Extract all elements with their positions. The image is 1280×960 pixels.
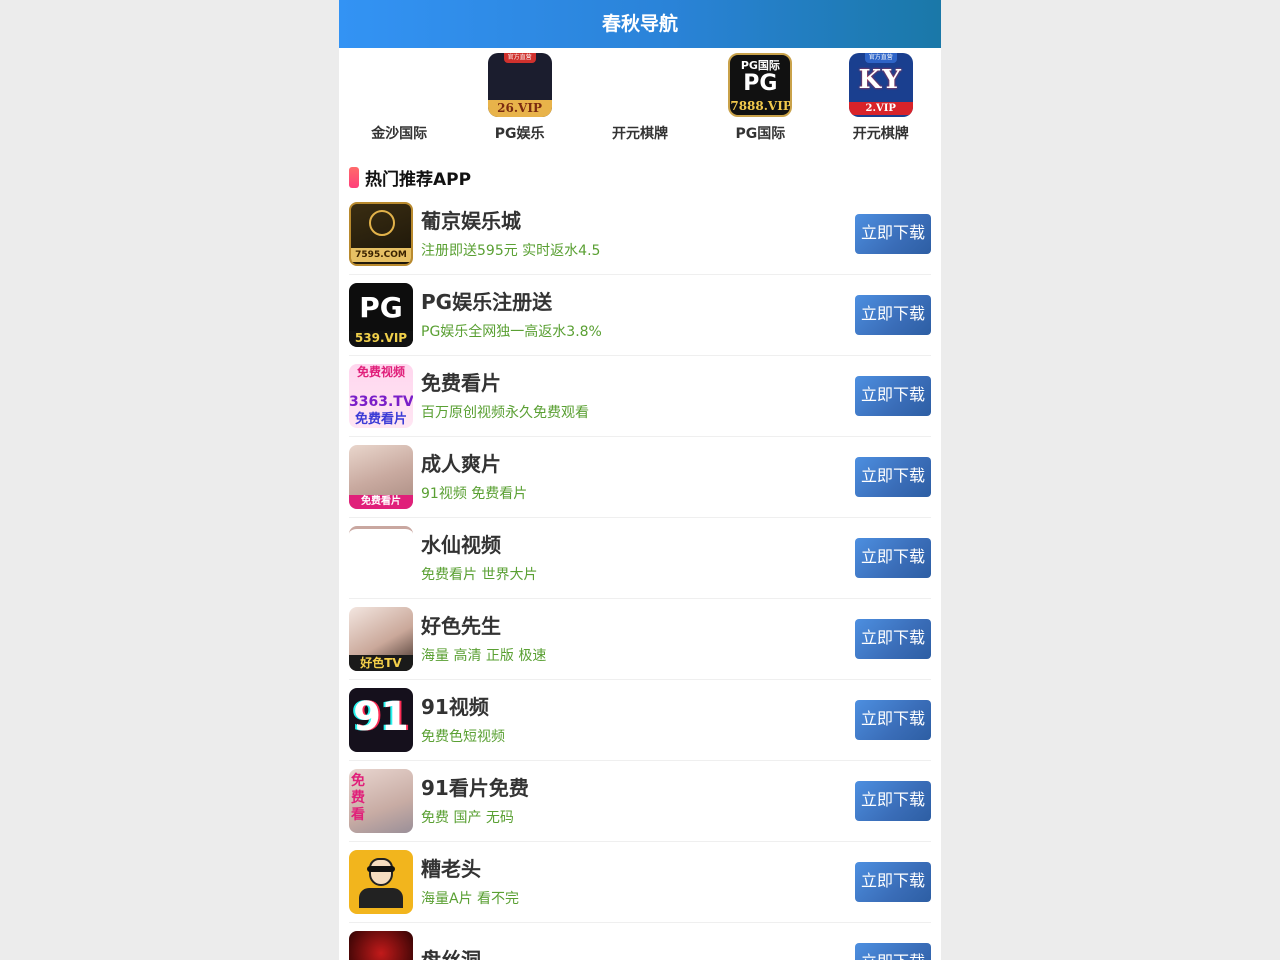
section-bar-icon: [349, 166, 359, 188]
top-app-label: PG国际: [735, 126, 786, 142]
app-name: 水仙视频: [421, 533, 501, 557]
download-button[interactable]: 立即下载: [855, 457, 931, 497]
blank-icon: [608, 53, 672, 117]
section-title: 热门推荐APP: [365, 169, 472, 190]
sunglasses-icon: [367, 866, 395, 872]
blank-icon: [367, 53, 431, 117]
app-name: 免费看片: [421, 371, 501, 395]
top-apps-row: 金沙国际 官方直营 26.VIP PG娱乐 开元棋牌 PG国际 PG 7888.…: [339, 48, 941, 148]
list-item[interactable]: 好色TV 好色先生 海量 高清 正版 极速 立即下载: [349, 599, 931, 680]
top-app-label: 开元棋牌: [611, 126, 668, 142]
app-name: 91看片免费: [421, 776, 529, 800]
app-desc: PG娱乐全网独一高返水3.8%: [421, 324, 602, 340]
download-button[interactable]: 立即下载: [855, 295, 931, 335]
adult-video-icon: 免费看片: [349, 445, 413, 509]
app-name: 成人爽片: [421, 452, 501, 476]
app-desc: 海量A片 看不完: [421, 891, 520, 907]
app-name: PG娱乐注册送: [421, 290, 553, 314]
list-item[interactable]: 水仙视频 免费看片 世界大片 立即下载: [349, 518, 931, 599]
app-desc: 百万原创视频永久免费观看: [421, 405, 589, 421]
pg-539-icon: PG 539.VIP: [349, 283, 413, 347]
top-app-kaiyuan[interactable]: 开元棋牌: [580, 53, 700, 148]
phone-frame: 春秋导航 金沙国际 官方直营 26.VIP PG娱乐 开元棋牌 PG国际 PG …: [339, 0, 941, 960]
app-name: 91视频: [421, 695, 489, 719]
top-app-kaiyuan-ky[interactable]: 官方直营 KY 2.VIP 开元棋牌: [821, 53, 941, 148]
crown-emblem-icon: [369, 210, 395, 236]
top-app-pg-yule[interactable]: 官方直营 26.VIP PG娱乐: [459, 53, 579, 148]
download-button[interactable]: 立即下载: [855, 943, 931, 960]
app-desc: 免费色短视频: [421, 729, 505, 745]
download-button[interactable]: 立即下载: [855, 781, 931, 821]
top-app-label: PG娱乐: [494, 126, 545, 142]
top-app-label: 开元棋牌: [852, 126, 909, 142]
download-button[interactable]: 立即下载: [855, 700, 931, 740]
list-item[interactable]: 7595.COM 葡京娱乐城 注册即送595元 实时返水4.5 立即下载: [349, 194, 931, 275]
list-item[interactable]: 91 91视频 免费色短视频 立即下载: [349, 680, 931, 761]
list-item[interactable]: 盘丝洞 立即下载: [349, 923, 931, 960]
91-icon: 91: [349, 688, 413, 752]
section-header: 热门推荐APP: [339, 160, 941, 194]
blank-icon: [349, 526, 413, 590]
download-button[interactable]: 立即下载: [855, 214, 931, 254]
haose-tv-icon: 好色TV: [349, 607, 413, 671]
download-button[interactable]: 立即下载: [855, 862, 931, 902]
list-item[interactable]: 免费视频 3363.TV 免费看片 免费看片 百万原创视频永久免费观看 立即下载: [349, 356, 931, 437]
top-app-pg-intl[interactable]: PG国际 PG 7888.VIP PG国际: [700, 53, 820, 148]
app-desc: 海量 高清 正版 极速: [421, 648, 547, 664]
pansidong-icon: [349, 931, 413, 960]
download-button[interactable]: 立即下载: [855, 538, 931, 578]
app-name: 盘丝洞: [421, 948, 481, 960]
free-video-icon: 免费视频 3363.TV 免费看片: [349, 364, 413, 428]
top-app-jinsha[interactable]: 金沙国际: [339, 53, 459, 148]
app-desc: 免费看片 世界大片: [421, 567, 538, 583]
91-free-icon: 免费看: [349, 769, 413, 833]
list-item[interactable]: PG 539.VIP PG娱乐注册送 PG娱乐全网独一高返水3.8% 立即下载: [349, 275, 931, 356]
top-app-label: 金沙国际: [371, 126, 428, 142]
download-button[interactable]: 立即下载: [855, 376, 931, 416]
download-button[interactable]: 立即下载: [855, 619, 931, 659]
ky-icon: 官方直营 KY 2.VIP: [848, 53, 913, 117]
app-desc: 91视频 免费看片: [421, 486, 528, 502]
app-list: 7595.COM 葡京娱乐城 注册即送595元 实时返水4.5 立即下载 PG …: [339, 194, 941, 960]
list-item[interactable]: 糟老头 海量A片 看不完 立即下载: [349, 842, 931, 923]
app-name: 好色先生: [421, 614, 501, 638]
pg-intl-icon: PG国际 PG 7888.VIP: [728, 53, 793, 117]
app-desc: 免费 国产 无码: [421, 810, 514, 826]
app-desc: 注册即送595元 实时返水4.5: [421, 243, 601, 259]
list-item[interactable]: 免费看片 成人爽片 91视频 免费看片 立即下载: [349, 437, 931, 518]
old-man-icon: [349, 850, 413, 914]
pujing-icon: 7595.COM: [349, 202, 413, 266]
app-name: 葡京娱乐城: [421, 209, 521, 233]
app-name: 糟老头: [421, 857, 481, 881]
list-item[interactable]: 免费看 91看片免费 免费 国产 无码 立即下载: [349, 761, 931, 842]
pg-26vip-icon: 官方直营 26.VIP: [487, 53, 552, 117]
page-title: 春秋导航: [339, 0, 941, 48]
